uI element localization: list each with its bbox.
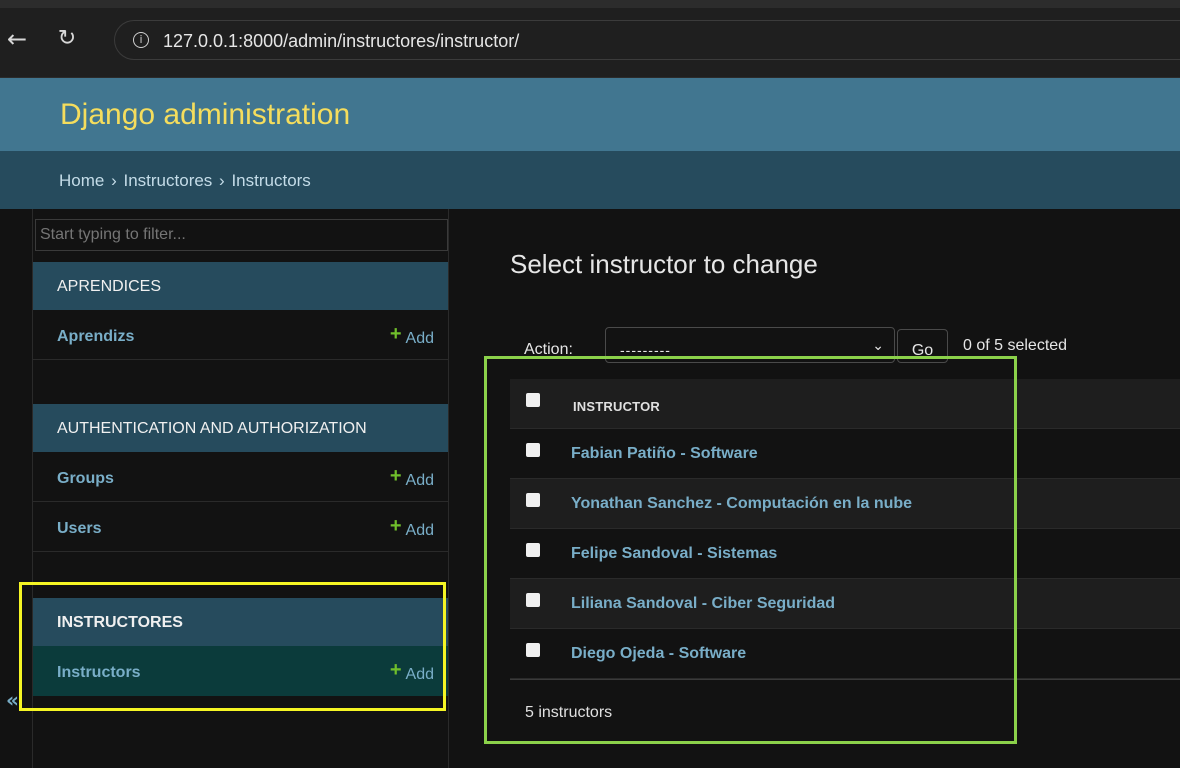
breadcrumb-app[interactable]: Instructores — [124, 171, 213, 190]
plus-icon: + — [389, 323, 402, 345]
model-link[interactable]: Groups — [57, 470, 114, 488]
sidebar-filter-input[interactable] — [35, 219, 448, 251]
add-link[interactable]: + Add — [389, 515, 434, 541]
app-caption-auth[interactable]: AUTHENTICATION AND AUTHORIZATION — [33, 404, 448, 452]
selection-counter: 0 of 5 selected — [963, 337, 1068, 354]
app-caption-aprendices[interactable]: APRENDICES — [33, 262, 448, 310]
tab-strip — [0, 0, 1180, 8]
highlight-box-table — [484, 356, 1017, 744]
sidebar-item-groups: Groups + Add — [33, 452, 448, 502]
sidebar-item-aprendizs: Aprendizs + Add — [33, 310, 448, 360]
plus-icon: + — [389, 465, 402, 487]
site-header: Django administration — [0, 78, 1180, 151]
page-title: Select instructor to change — [510, 249, 818, 279]
chevron-down-icon: ⌄ — [872, 338, 884, 354]
address-bar[interactable]: i 127.0.0.1:8000/admin/instructores/inst… — [114, 20, 1180, 60]
browser-toolbar: ← ↻ i 127.0.0.1:8000/admin/instructores/… — [0, 0, 1180, 78]
sidebar-item-users: Users + Add — [33, 502, 448, 552]
highlight-box-sidebar — [19, 582, 446, 711]
back-arrow-icon[interactable]: ← — [2, 24, 32, 54]
breadcrumb-separator: › — [111, 171, 117, 190]
toggle-nav-sidebar-icon[interactable]: « — [6, 688, 19, 712]
site-branding[interactable]: Django administration — [60, 98, 350, 132]
breadcrumb: Home › Instructores › Instructors — [0, 151, 1180, 209]
breadcrumb-home[interactable]: Home — [59, 171, 104, 190]
reload-icon[interactable]: ↻ — [52, 24, 82, 54]
model-link[interactable]: Aprendizs — [57, 328, 134, 346]
site-info-icon[interactable]: i — [133, 32, 149, 48]
add-link[interactable]: + Add — [389, 323, 434, 349]
breadcrumb-separator: › — [219, 171, 225, 190]
breadcrumb-current: Instructors — [231, 171, 311, 190]
url-text[interactable]: 127.0.0.1:8000/admin/instructores/instru… — [163, 31, 519, 52]
add-link[interactable]: + Add — [389, 465, 434, 491]
plus-icon: + — [389, 515, 402, 537]
model-link[interactable]: Users — [57, 520, 101, 538]
